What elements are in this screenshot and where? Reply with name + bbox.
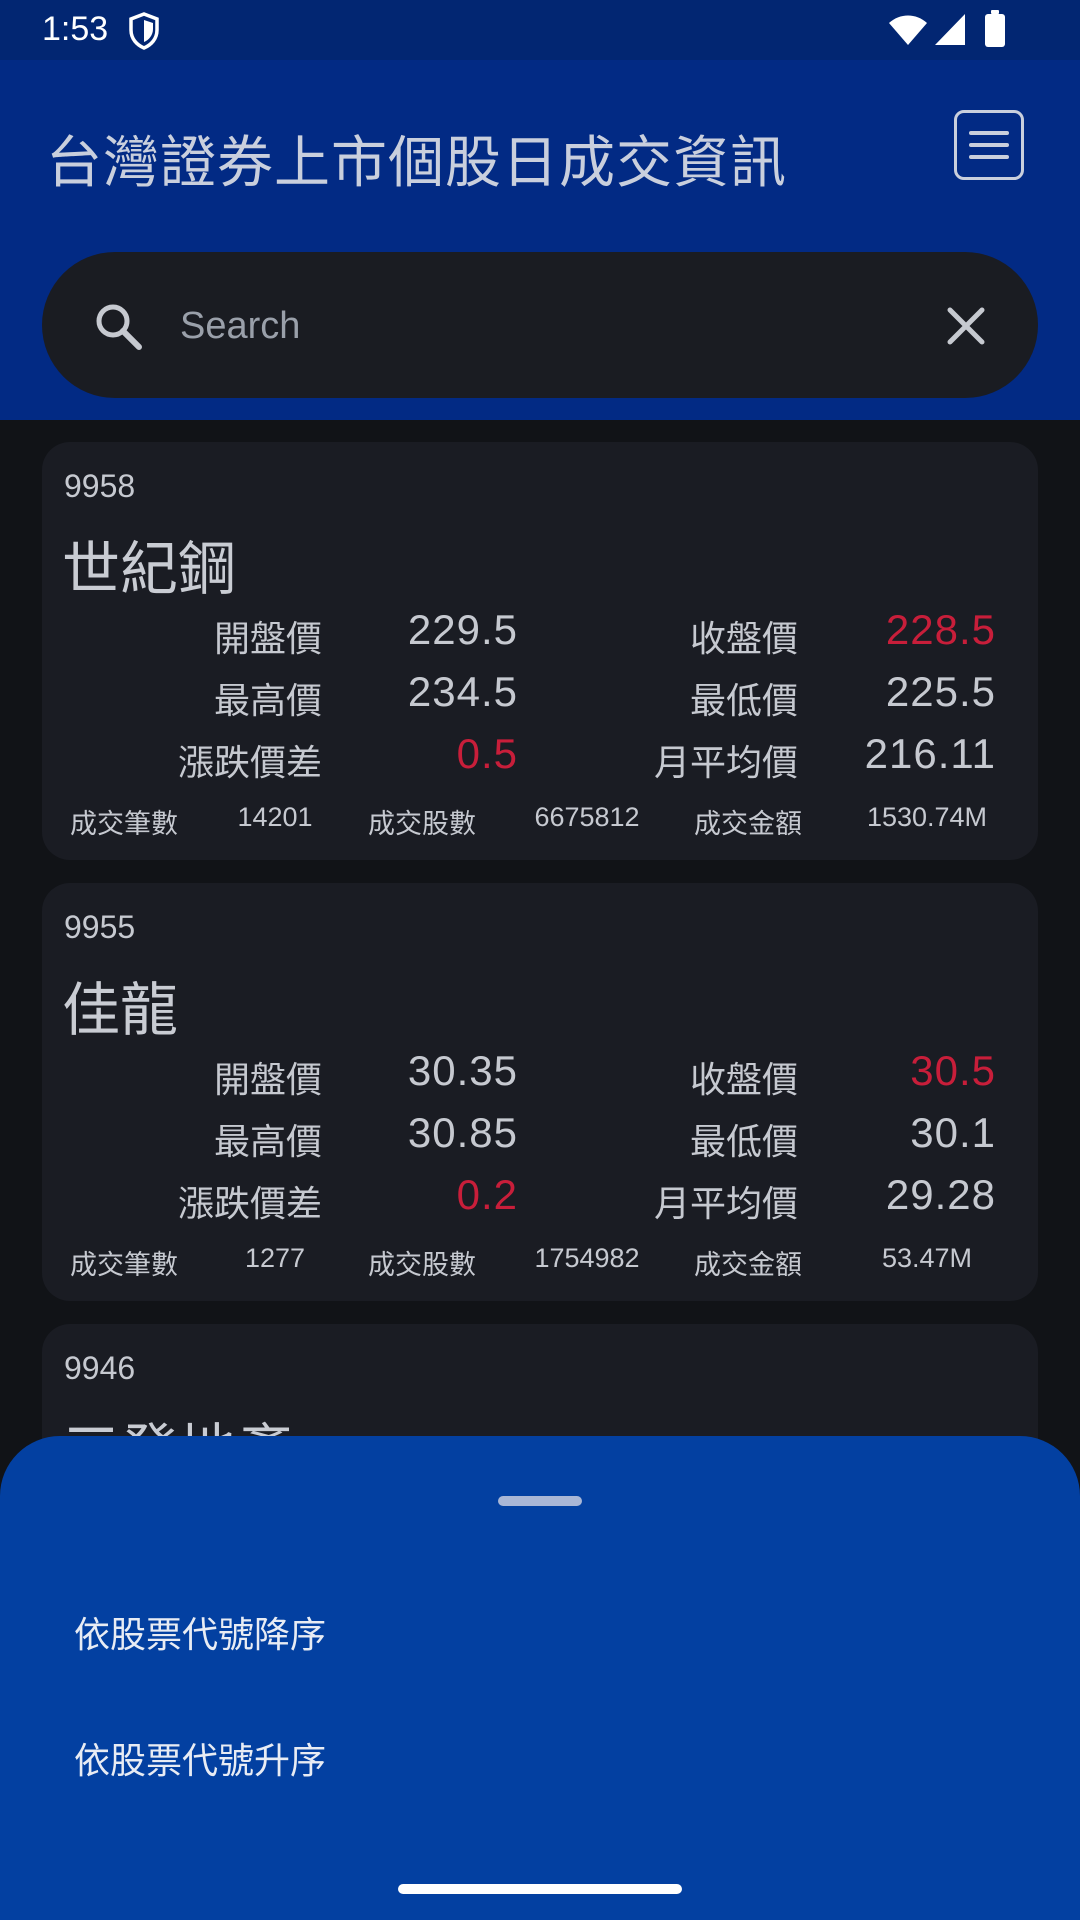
status-time: 1:53 [42,10,109,48]
stock-card[interactable]: 9958 世紀鋼 開盤價 229.5 收盤價 228.5 最高價 234.5 最… [42,442,1038,860]
month-avg-value: 29.28 [885,1171,996,1218]
change-label: 漲跌價差 [177,1184,322,1225]
open-label: 開盤價 [213,1060,322,1101]
stock-code: 9955 [64,909,136,945]
signal-icon [935,14,965,45]
close-value: 30.5 [910,1047,996,1094]
trades-label: 成交筆數 [70,1250,178,1281]
close-label: 收盤價 [689,1060,798,1101]
stock-card[interactable]: 9955 佳龍 開盤價 30.35 收盤價 30.5 最高價 30.85 最低價… [42,883,1038,1301]
low-value: 30.1 [910,1109,996,1156]
amount-label: 成交金額 [694,1250,802,1281]
shares-label: 成交股數 [368,809,476,840]
stock-code: 9958 [64,468,136,504]
drag-handle[interactable] [498,1496,582,1506]
open-value: 30.35 [407,1047,518,1094]
stock-name: 世紀鋼 [62,535,237,603]
change-value: 0.5 [456,730,518,777]
high-label: 最高價 [213,1122,322,1163]
search-bar [42,252,1038,398]
battery-icon [985,10,1005,47]
search-input[interactable] [178,292,882,360]
amount-value: 53.47M [881,1243,973,1273]
stock-code: 9946 [64,1350,136,1386]
sort-bottom-sheet: 依股票代號降序 依股票代號升序 [0,1436,1080,1920]
menu-button[interactable] [954,110,1024,180]
gesture-nav-bar[interactable] [398,1884,682,1894]
open-value: 229.5 [407,606,518,653]
change-label: 漲跌價差 [177,743,322,784]
month-avg-label: 月平均價 [653,743,798,784]
low-label: 最低價 [689,1122,798,1163]
low-value: 225.5 [885,668,996,715]
shares-label: 成交股數 [368,1250,476,1281]
trades-label: 成交筆數 [70,809,178,840]
month-avg-label: 月平均價 [653,1184,798,1225]
screen: 1:53 台灣證券上市個股日成交資訊 Search 9958 世紀鋼 開盤價 2… [0,0,1080,1920]
high-value: 234.5 [407,668,518,715]
open-label: 開盤價 [213,619,322,660]
month-avg-value: 216.11 [864,730,996,777]
shield-icon [129,12,159,50]
high-label: 最高價 [213,681,322,722]
amount-value: 1530.74M [866,802,988,832]
sort-desc-option[interactable]: 依股票代號降序 [74,1606,326,1658]
page-title: 台灣證券上市個股日成交資訊 [46,131,787,196]
close-label: 收盤價 [689,619,798,660]
shares-value: 1754982 [534,1243,640,1273]
shares-value: 6675812 [534,802,640,832]
app-bar: 台灣證券上市個股日成交資訊 [0,60,1080,420]
trades-value: 14201 [237,802,313,832]
high-value: 30.85 [407,1109,518,1156]
search-icon[interactable] [92,300,144,352]
stock-name: 佳龍 [62,976,179,1044]
sort-asc-option[interactable]: 依股票代號升序 [74,1732,326,1784]
status-bar: 1:53 [0,0,1080,60]
close-value: 228.5 [885,606,996,653]
low-label: 最低價 [689,681,798,722]
wifi-icon [889,15,927,45]
amount-label: 成交金額 [694,809,802,840]
change-value: 0.2 [456,1171,518,1218]
close-icon[interactable] [942,302,990,350]
trades-value: 1277 [244,1243,306,1273]
